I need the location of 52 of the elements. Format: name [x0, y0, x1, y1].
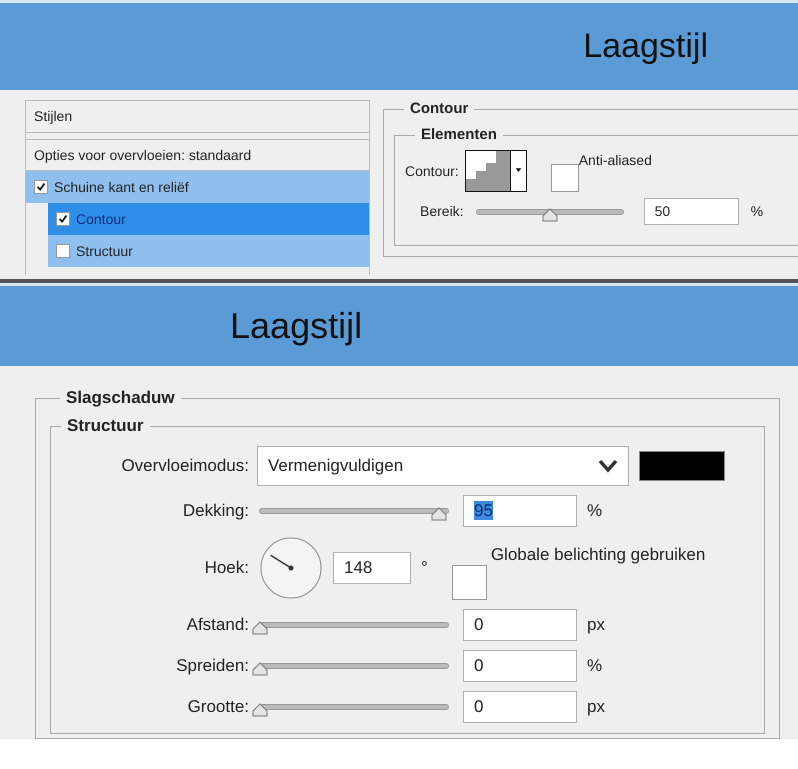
styles-list-item[interactable]: Structuur — [48, 235, 369, 267]
checkbox[interactable] — [452, 564, 487, 600]
slider-thumb[interactable] — [540, 208, 559, 222]
number-field[interactable]: 0 — [463, 608, 577, 641]
item-label: Schuine kant en reliëf — [54, 178, 189, 196]
unit-label: % — [587, 500, 602, 522]
chevron-down-icon — [598, 458, 618, 473]
styles-list-item[interactable]: Opties voor overvloeien: standaard — [26, 139, 369, 171]
contour-curve-icon — [466, 151, 510, 191]
checkbox-label: Globale belichting gebruiken — [490, 544, 706, 566]
field-label: Spreiden: — [175, 655, 249, 678]
styles-list-item[interactable]: Contour — [48, 203, 369, 235]
contour-picker[interactable] — [464, 150, 527, 192]
dialog-title: Laagstijl — [0, 283, 798, 366]
checkbox[interactable] — [56, 212, 70, 226]
field-label: Dekking: — [182, 500, 249, 522]
unit-label: ° — [421, 557, 428, 580]
blend-mode-dropdown[interactable]: Vermenigvuldigen — [257, 446, 629, 486]
checkbox[interactable] — [34, 180, 48, 194]
section-title: Contour — [409, 100, 470, 118]
unit-label: px — [587, 696, 605, 718]
number-field[interactable]: 148 — [333, 552, 411, 584]
unit-label: % — [587, 655, 602, 678]
angle-dial[interactable] — [259, 536, 323, 600]
item-label: Structuur — [76, 242, 133, 260]
field-label: Contour: — [405, 162, 459, 180]
number-field[interactable]: 50 — [644, 198, 739, 225]
dialog-title: Laagstijl — [0, 0, 798, 90]
checkbox-label: Anti-aliased — [578, 151, 652, 170]
number-field[interactable]: 95 — [463, 494, 577, 527]
styles-list-item[interactable]: Stijlen — [26, 101, 369, 133]
field-label: Afstand: — [186, 614, 249, 636]
unit-label: % — [750, 202, 764, 221]
slider-thumb[interactable] — [430, 506, 448, 521]
slider-thumb[interactable] — [251, 702, 269, 717]
checkbox[interactable] — [550, 164, 579, 192]
field-label: Bereik: — [420, 202, 464, 221]
item-label: Contour — [76, 210, 126, 228]
number-field[interactable]: 0 — [463, 650, 577, 682]
slider-thumb[interactable] — [251, 620, 269, 635]
group-title: Elementen — [420, 126, 498, 144]
styles-list-item[interactable]: Schuine kant en reliëf — [26, 171, 369, 203]
color-swatch[interactable] — [639, 450, 725, 481]
checkbox[interactable] — [56, 244, 70, 258]
unit-label: px — [587, 614, 605, 636]
number-field[interactable]: 0 — [463, 690, 577, 723]
section-title: Slagschaduw — [65, 388, 176, 408]
slider-thumb[interactable] — [251, 662, 269, 676]
field-label: Hoek: — [204, 557, 249, 580]
field-label: Grootte: — [186, 696, 249, 718]
group-title: Structuur — [66, 416, 144, 437]
field-label: Overvloeimodus: — [120, 455, 249, 478]
